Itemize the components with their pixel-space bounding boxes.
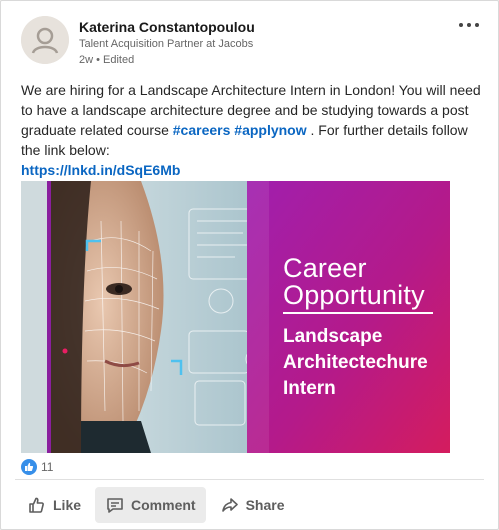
author-avatar[interactable]	[21, 16, 69, 64]
thumbs-up-icon	[29, 497, 44, 513]
image-divider	[283, 312, 433, 314]
share-icon	[221, 498, 238, 512]
post-body: We are hiring for a Landscape Architectu…	[21, 80, 483, 180]
avatar-placeholder-icon	[21, 16, 69, 64]
comment-label: Comment	[131, 497, 196, 513]
more-options-icon[interactable]	[454, 15, 484, 35]
author-name[interactable]: Katerina Constantopoulou	[79, 19, 255, 35]
image-headline-opportunity: Opportunity	[283, 280, 425, 310]
like-label: Like	[53, 497, 82, 513]
post-actions: Like Comment Share	[17, 487, 295, 523]
post-timestamp: 2w • Edited	[79, 54, 135, 66]
author-headline: Talent Acquisition Partner at Jacobs	[79, 38, 254, 50]
hashtag-applynow[interactable]: #applynow	[234, 122, 306, 138]
share-label: Share	[245, 497, 285, 513]
comment-icon	[107, 498, 123, 513]
action-divider	[15, 479, 484, 480]
post-image[interactable]: Career Opportunity Landscape Architectec…	[21, 181, 450, 453]
image-overlay-text: Career Opportunity Landscape Architectec…	[283, 255, 433, 402]
image-role-line3: Intern	[283, 378, 336, 399]
share-button[interactable]: Share	[210, 487, 295, 523]
comment-button[interactable]: Comment	[95, 487, 206, 523]
image-role-line2: Architectechure	[283, 352, 428, 373]
hashtag-careers[interactable]: #careers	[173, 122, 231, 138]
like-reaction-icon	[21, 459, 37, 475]
like-button[interactable]: Like	[17, 487, 91, 523]
post-link[interactable]: https://lnkd.in/dSqE6Mb	[21, 160, 483, 180]
reaction-count: 11	[41, 460, 54, 474]
image-role-line1: Landscape	[283, 326, 383, 347]
reaction-summary[interactable]: 11	[21, 459, 53, 475]
image-headline-career: Career	[283, 253, 367, 283]
feed-post-card: Katerina Constantopoulou Talent Acquisit…	[0, 0, 499, 530]
